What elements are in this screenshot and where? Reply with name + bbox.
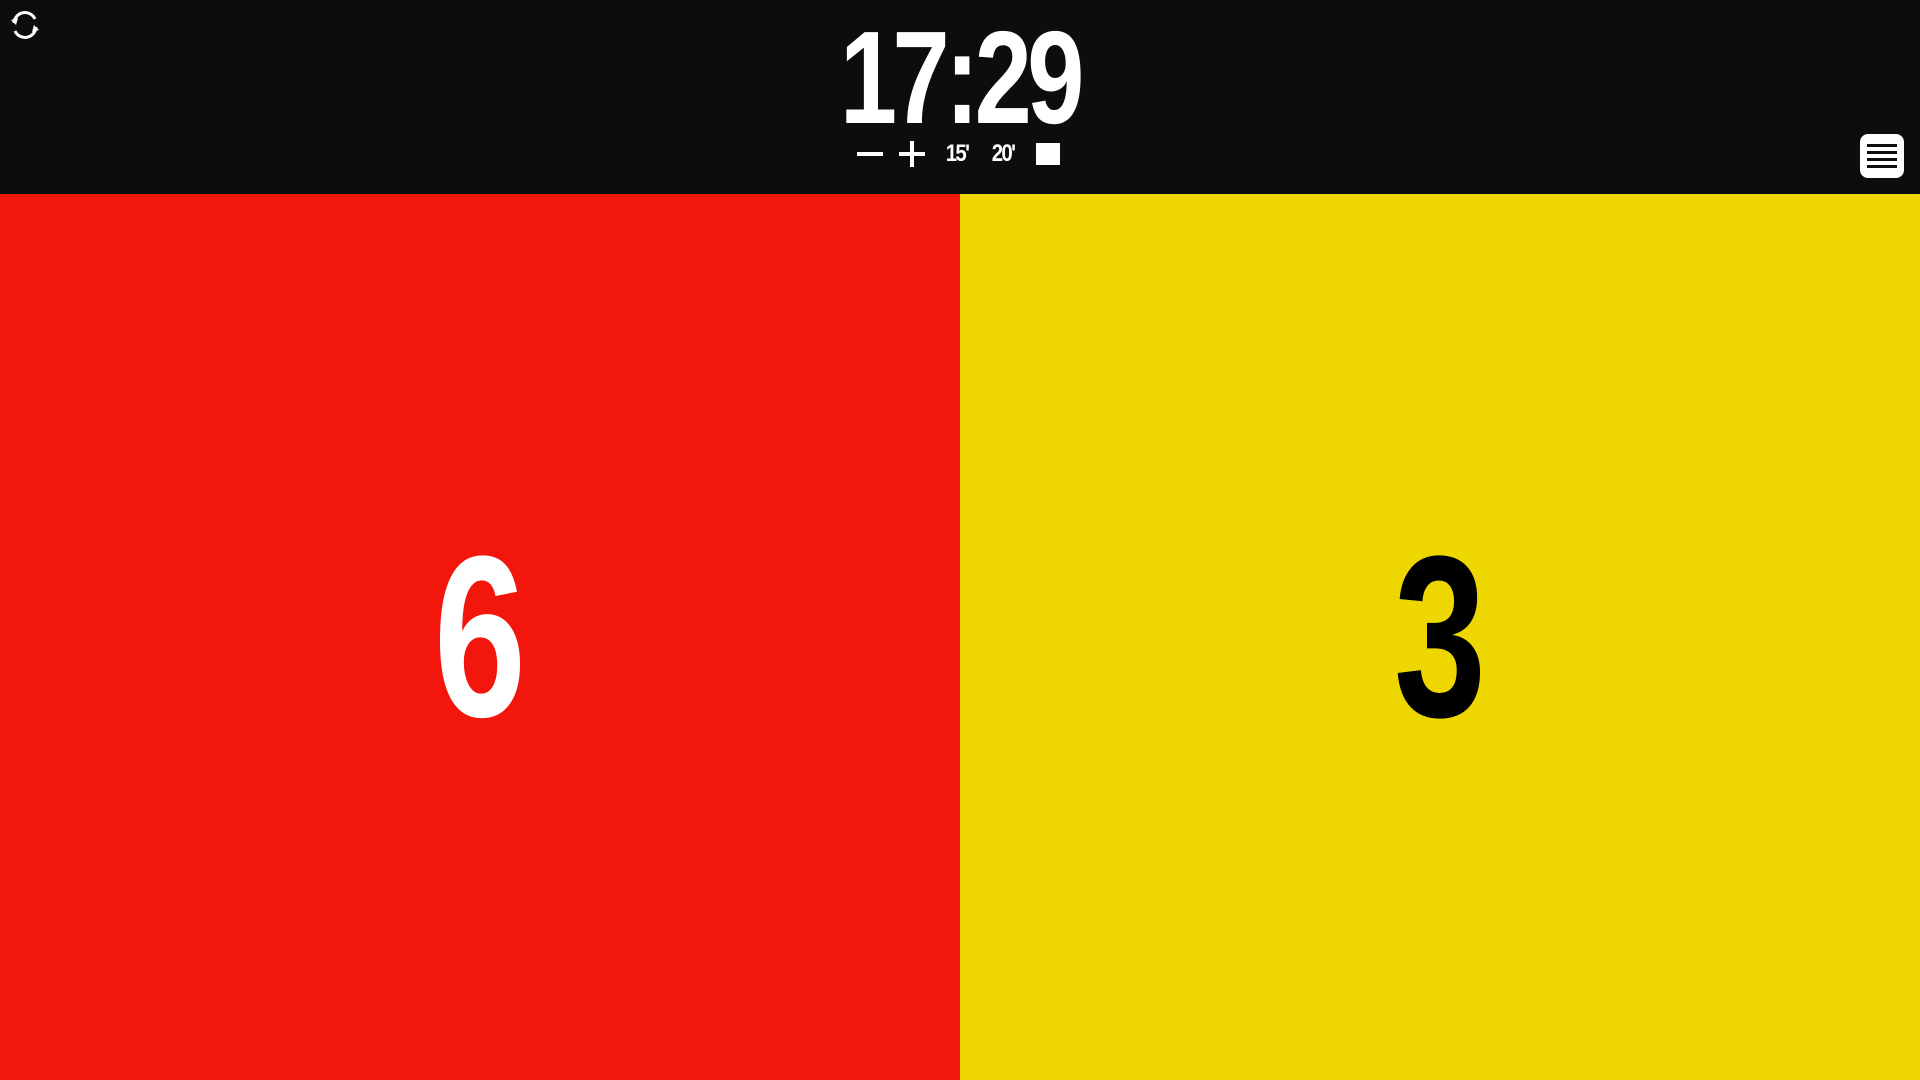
- preset-20-button[interactable]: 20': [983, 136, 1022, 172]
- timer-controls: 15' 20': [848, 136, 1068, 172]
- left-team-panel[interactable]: 6: [0, 194, 960, 1080]
- top-bar: 17:29 15' 20': [0, 0, 1920, 194]
- left-team-score: 6: [433, 508, 527, 765]
- stop-icon: [1036, 143, 1060, 165]
- right-team-score: 3: [1393, 508, 1487, 765]
- minus-icon: [857, 152, 883, 156]
- preset-15-button[interactable]: 15': [937, 136, 976, 172]
- decrease-time-button[interactable]: [848, 136, 892, 172]
- increase-time-button[interactable]: [890, 136, 934, 172]
- game-timer[interactable]: 17:29: [840, 12, 1085, 144]
- stop-button[interactable]: [1030, 136, 1066, 172]
- right-team-panel[interactable]: 3: [960, 194, 1920, 1080]
- menu-button[interactable]: [1860, 134, 1904, 178]
